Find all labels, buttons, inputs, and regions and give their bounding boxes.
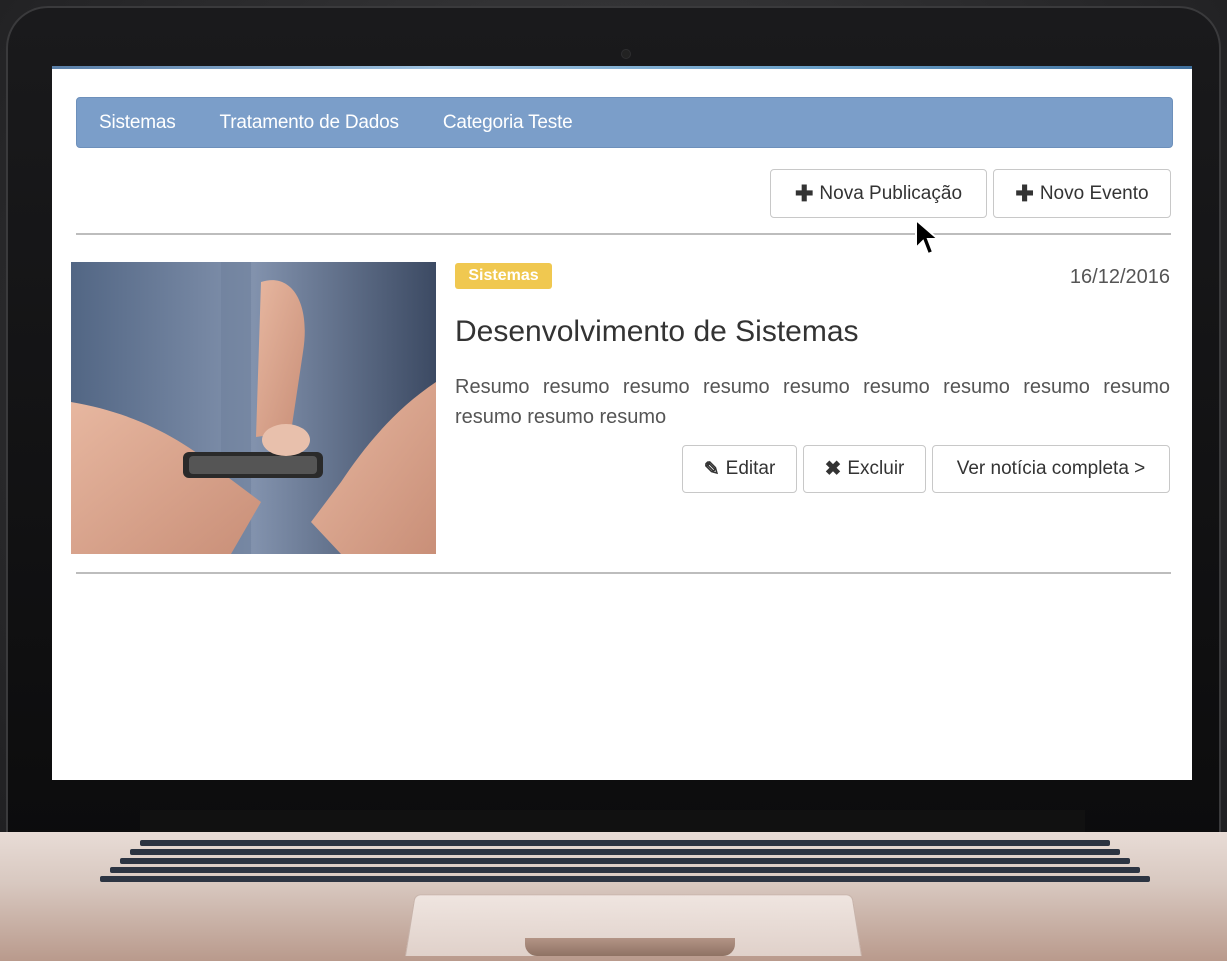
- post-date: 16/12/2016: [1069, 266, 1170, 288]
- nav-item-tratamento-de-dados[interactable]: Tratamento de Dados: [198, 112, 421, 134]
- category-navbar: Sistemas Tratamento de Dados Categoria T…: [76, 97, 1173, 148]
- nav-item-categoria-teste[interactable]: Categoria Teste: [421, 112, 595, 134]
- new-event-label: Novo Evento: [1039, 182, 1149, 204]
- plus-icon: ✚: [794, 180, 814, 206]
- delete-label: Excluir: [847, 458, 905, 479]
- smartphone-hands-image: [71, 262, 436, 554]
- new-post-button[interactable]: ✚ Nova Publicação: [770, 169, 987, 218]
- keyboard: [100, 840, 1150, 886]
- new-event-button[interactable]: ✚ Novo Evento: [993, 169, 1171, 218]
- delete-button[interactable]: ✖ Excluir: [803, 445, 926, 493]
- webcam: [622, 50, 630, 58]
- laptop-notch: [525, 938, 735, 956]
- edit-button[interactable]: ✎ Editar: [682, 445, 797, 493]
- nav-item-sistemas[interactable]: Sistemas: [77, 112, 198, 134]
- read-more-label: Ver notícia completa >: [956, 458, 1146, 479]
- read-more-button[interactable]: Ver notícia completa >: [932, 445, 1170, 493]
- close-icon: ✖: [824, 458, 842, 480]
- laptop-hinge: [140, 810, 1085, 834]
- browser-viewport: Sistemas Tratamento de Dados Categoria T…: [52, 66, 1192, 780]
- header-strip: [52, 66, 1192, 69]
- divider: [76, 572, 1171, 574]
- cursor-icon: [915, 218, 941, 256]
- new-post-label: Nova Publicação: [819, 182, 963, 204]
- post-thumbnail[interactable]: [71, 262, 436, 554]
- post-summary: Resumo resumo resumo resumo resumo resum…: [455, 376, 1170, 428]
- post-title[interactable]: Desenvolvimento de Sistemas: [455, 315, 859, 349]
- category-badge[interactable]: Sistemas: [455, 263, 552, 289]
- edit-label: Editar: [725, 458, 776, 479]
- edit-icon: ✎: [703, 458, 720, 480]
- plus-icon: ✚: [1015, 180, 1034, 206]
- divider: [76, 233, 1171, 235]
